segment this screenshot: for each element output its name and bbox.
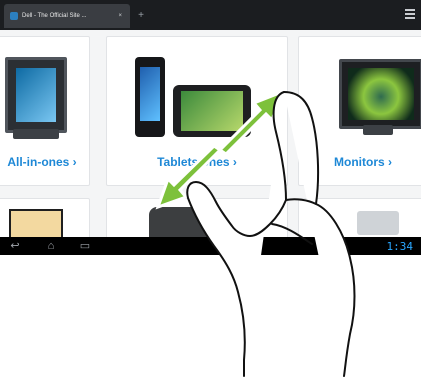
back-icon[interactable]: ↩ [8,239,22,253]
tab-close-icon[interactable]: × [118,13,122,19]
browser-tab[interactable]: Dell - The Official Site ... × [4,4,130,28]
new-tab-button[interactable]: + [133,6,149,26]
product-label[interactable]: Monitors › [299,155,421,169]
product-label[interactable]: All-in-ones › [0,155,89,169]
monitor-stand-image [363,125,393,135]
tab-title: Dell - The Official Site ... [22,13,87,19]
phone-image [135,57,165,137]
tablet-screen: Dell - The Official Site ... × + All-in-… [0,0,421,255]
all-in-one-image [5,57,67,133]
monitor-image [339,59,421,129]
product-label[interactable]: Tablets ones › [107,155,287,169]
product-card-all-in-ones[interactable]: All-in-ones › [0,36,90,186]
clock: 1:34 [386,240,414,253]
tab-favicon-icon [10,12,18,20]
browser-tab-bar: Dell - The Official Site ... × + [0,0,421,30]
menu-icon[interactable] [405,9,415,21]
product-card-tablets[interactable]: Tablets ones › [106,36,288,186]
tablet-image [173,85,251,137]
recent-apps-icon[interactable]: ▭ [78,239,92,253]
page-content: All-in-ones › Tablets ones › Monitors › [0,30,421,248]
printer-image [357,211,399,235]
home-icon[interactable]: ⌂ [44,239,58,253]
system-nav-bar: ↩ ⌂ ▭ 1:34 [0,237,421,255]
all-in-one-stand-image [13,129,59,139]
product-card-monitors[interactable]: Monitors › [298,36,421,186]
